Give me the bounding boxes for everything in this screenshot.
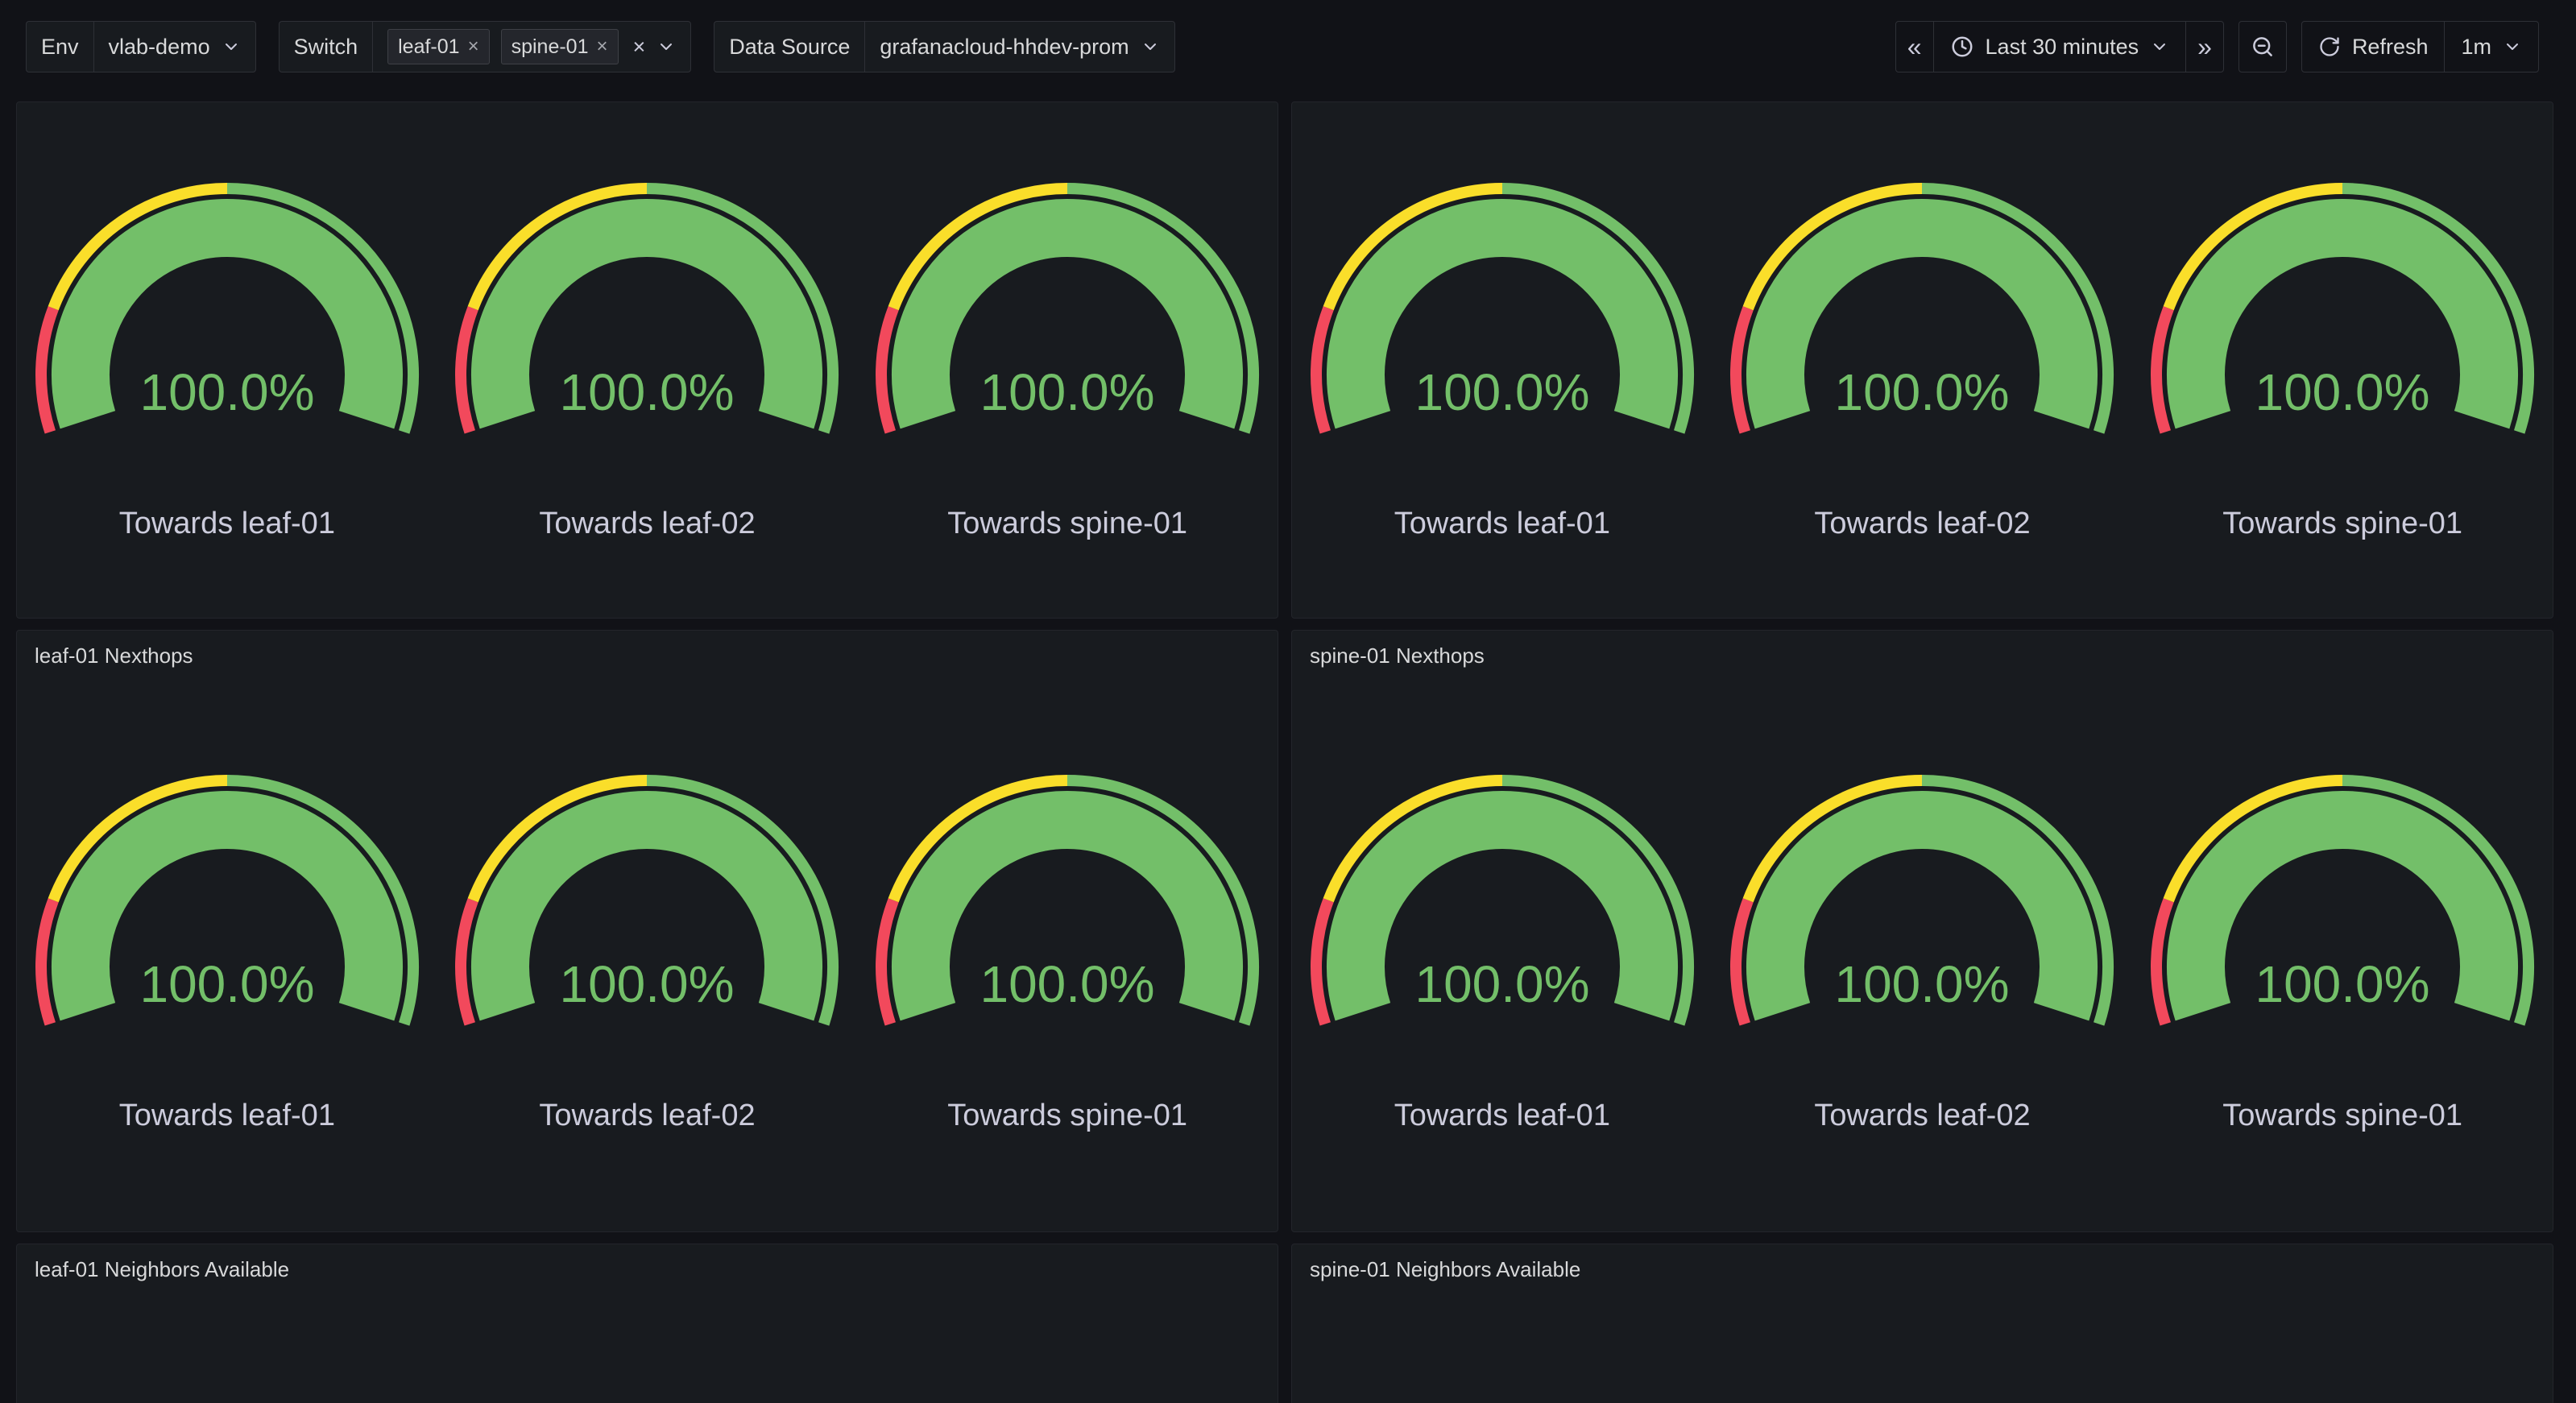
refresh-interval-button[interactable]: 1m xyxy=(2444,21,2539,72)
env-label: Env xyxy=(26,21,93,72)
gauge-label: Towards spine-01 xyxy=(2222,1099,2462,1133)
gauge: 100.0% Towards spine-01 xyxy=(874,180,1261,541)
time-shift-forward-button[interactable]: » xyxy=(2185,21,2224,72)
datasource-select[interactable]: grafanacloud-hhdev-prom xyxy=(864,21,1174,72)
gauge-label: Towards leaf-01 xyxy=(119,507,335,541)
switch-tag-leaf-01[interactable]: leaf-01 × xyxy=(387,29,489,64)
panel-leaf-01-nexthops: leaf-01 Nexthops 100.0%Towards leaf-0110… xyxy=(16,630,1278,1232)
env-value: vlab-demo xyxy=(109,35,210,60)
double-chevron-left-icon: « xyxy=(1907,34,1922,60)
gauge-value: 100.0% xyxy=(980,363,1155,421)
variables-bar: Env vlab-demo Switch leaf-01 × spine-01 … xyxy=(26,21,1175,72)
gauge-value: 100.0% xyxy=(139,363,314,421)
gauge: 100.0% Towards leaf-01 xyxy=(34,180,420,541)
refresh-label: Refresh xyxy=(2352,35,2429,60)
time-range-label: Last 30 minutes xyxy=(1986,35,2139,60)
tag-text: spine-01 xyxy=(511,35,589,59)
panel-title[interactable]: spine-01 Nexthops xyxy=(1292,631,2553,673)
refresh-interval-value: 1m xyxy=(2461,35,2491,60)
gauge-label: Towards leaf-01 xyxy=(119,1099,335,1133)
variable-switch: Switch leaf-01 × spine-01 × × xyxy=(279,21,692,72)
gauge-value: 100.0% xyxy=(2255,363,2430,421)
zoom-out-icon xyxy=(2251,35,2275,59)
gauge: 100.0% Towards spine-01 xyxy=(874,772,1261,1133)
gauge: 100.0% Towards leaf-01 xyxy=(1309,772,1696,1133)
zoom-out-button[interactable] xyxy=(2238,21,2287,72)
refresh-button[interactable]: Refresh xyxy=(2301,21,2446,72)
gauge: 100.0% Towards leaf-01 xyxy=(34,772,420,1133)
panel-gauges-left: 100.0% Towards leaf-01 100.0% Towards leaf-… xyxy=(16,101,1278,619)
clear-all-icon[interactable]: × xyxy=(633,35,646,60)
variable-env: Env vlab-demo xyxy=(26,21,256,72)
panel-spine-01-nexthops: spine-01 Nexthops 100.0%Towards leaf-011… xyxy=(1291,630,2553,1232)
switch-label: Switch xyxy=(279,21,373,72)
gauge-label: Towards leaf-02 xyxy=(1814,507,2030,541)
refresh-icon xyxy=(2318,35,2341,58)
dashboard-toolbar: Env vlab-demo Switch leaf-01 × spine-01 … xyxy=(0,0,2576,93)
chevron-down-icon xyxy=(222,37,241,56)
time-range-group: « Last 30 minutes » xyxy=(1895,21,2224,72)
gauge-row: 100.0% Towards leaf-01 100.0% Towards leaf-… xyxy=(1292,102,2553,618)
dashboard-grid: 100.0% Towards leaf-01 100.0% Towards leaf-… xyxy=(0,93,2576,1403)
remove-tag-icon[interactable]: × xyxy=(468,35,479,58)
gauge-row: 100.0% Towards leaf-01 100.0% Towards leaf-… xyxy=(1292,673,2553,1231)
panel-gauges-right: 100.0% Towards leaf-01 100.0% Towards leaf-… xyxy=(1291,101,2553,619)
gauge-label: Towards leaf-01 xyxy=(1394,507,1610,541)
chevron-down-icon xyxy=(2503,37,2522,56)
time-range-button[interactable]: Last 30 minutes xyxy=(1933,21,2187,72)
panel-leaf-01-neighbors-available: leaf-01 Neighbors Available xyxy=(16,1244,1278,1403)
panel-title[interactable]: spine-01 Neighbors Available xyxy=(1292,1244,2553,1287)
variable-datasource: Data Source grafanacloud-hhdev-prom xyxy=(714,21,1174,72)
remove-tag-icon[interactable]: × xyxy=(597,35,608,58)
gauge-value: 100.0% xyxy=(1414,955,1589,1013)
datasource-value: grafanacloud-hhdev-prom xyxy=(880,35,1129,60)
gauge: 100.0% Towards leaf-02 xyxy=(453,772,840,1133)
gauge-value: 100.0% xyxy=(1414,363,1589,421)
clock-icon xyxy=(1950,35,1974,59)
gauge-row: 100.0% Towards leaf-01 100.0% Towards leaf-… xyxy=(17,673,1278,1231)
gauge-label: Towards spine-01 xyxy=(947,1099,1187,1133)
gauge: 100.0% Towards spine-01 xyxy=(2149,772,2536,1133)
gauge-value: 100.0% xyxy=(560,363,735,421)
panel-title[interactable]: leaf-01 Nexthops xyxy=(17,631,1278,673)
switch-select[interactable]: leaf-01 × spine-01 × × xyxy=(372,21,691,72)
gauge-value: 100.0% xyxy=(1835,363,2010,421)
gauge-value: 100.0% xyxy=(980,955,1155,1013)
gauge-label: Towards spine-01 xyxy=(947,507,1187,541)
gauge: 100.0% Towards leaf-02 xyxy=(1729,772,2115,1133)
gauge-label: Towards leaf-02 xyxy=(539,1099,755,1133)
gauge-label: Towards leaf-02 xyxy=(539,507,755,541)
gauge: 100.0% Towards spine-01 xyxy=(2149,180,2536,541)
gauge: 100.0% Towards leaf-02 xyxy=(453,180,840,541)
gauge: 100.0% Towards leaf-02 xyxy=(1729,180,2115,541)
double-chevron-right-icon: » xyxy=(2197,34,2212,60)
datasource-label: Data Source xyxy=(714,21,864,72)
time-controls: « Last 30 minutes » Refresh 1m xyxy=(1895,21,2539,72)
refresh-group: Refresh 1m xyxy=(2301,21,2539,72)
gauge: 100.0% Towards leaf-01 xyxy=(1309,180,1696,541)
gauge-value: 100.0% xyxy=(139,955,314,1013)
gauge-label: Towards leaf-02 xyxy=(1814,1099,2030,1133)
panel-spine-01-neighbors-available: spine-01 Neighbors Available xyxy=(1291,1244,2553,1403)
gauge-label: Towards spine-01 xyxy=(2222,507,2462,541)
chevron-down-icon xyxy=(1141,37,1160,56)
gauge-row: 100.0% Towards leaf-01 100.0% Towards leaf-… xyxy=(17,102,1278,618)
gauge-label: Towards leaf-01 xyxy=(1394,1099,1610,1133)
chevron-down-icon xyxy=(656,37,676,56)
chevron-down-icon xyxy=(2150,37,2169,56)
env-select[interactable]: vlab-demo xyxy=(93,21,256,72)
panel-title[interactable]: leaf-01 Neighbors Available xyxy=(17,1244,1278,1287)
gauge-value: 100.0% xyxy=(560,955,735,1013)
tag-text: leaf-01 xyxy=(398,35,459,59)
time-shift-back-button[interactable]: « xyxy=(1895,21,1934,72)
gauge-value: 100.0% xyxy=(2255,955,2430,1013)
switch-tag-spine-01[interactable]: spine-01 × xyxy=(501,29,619,64)
gauge-value: 100.0% xyxy=(1835,955,2010,1013)
